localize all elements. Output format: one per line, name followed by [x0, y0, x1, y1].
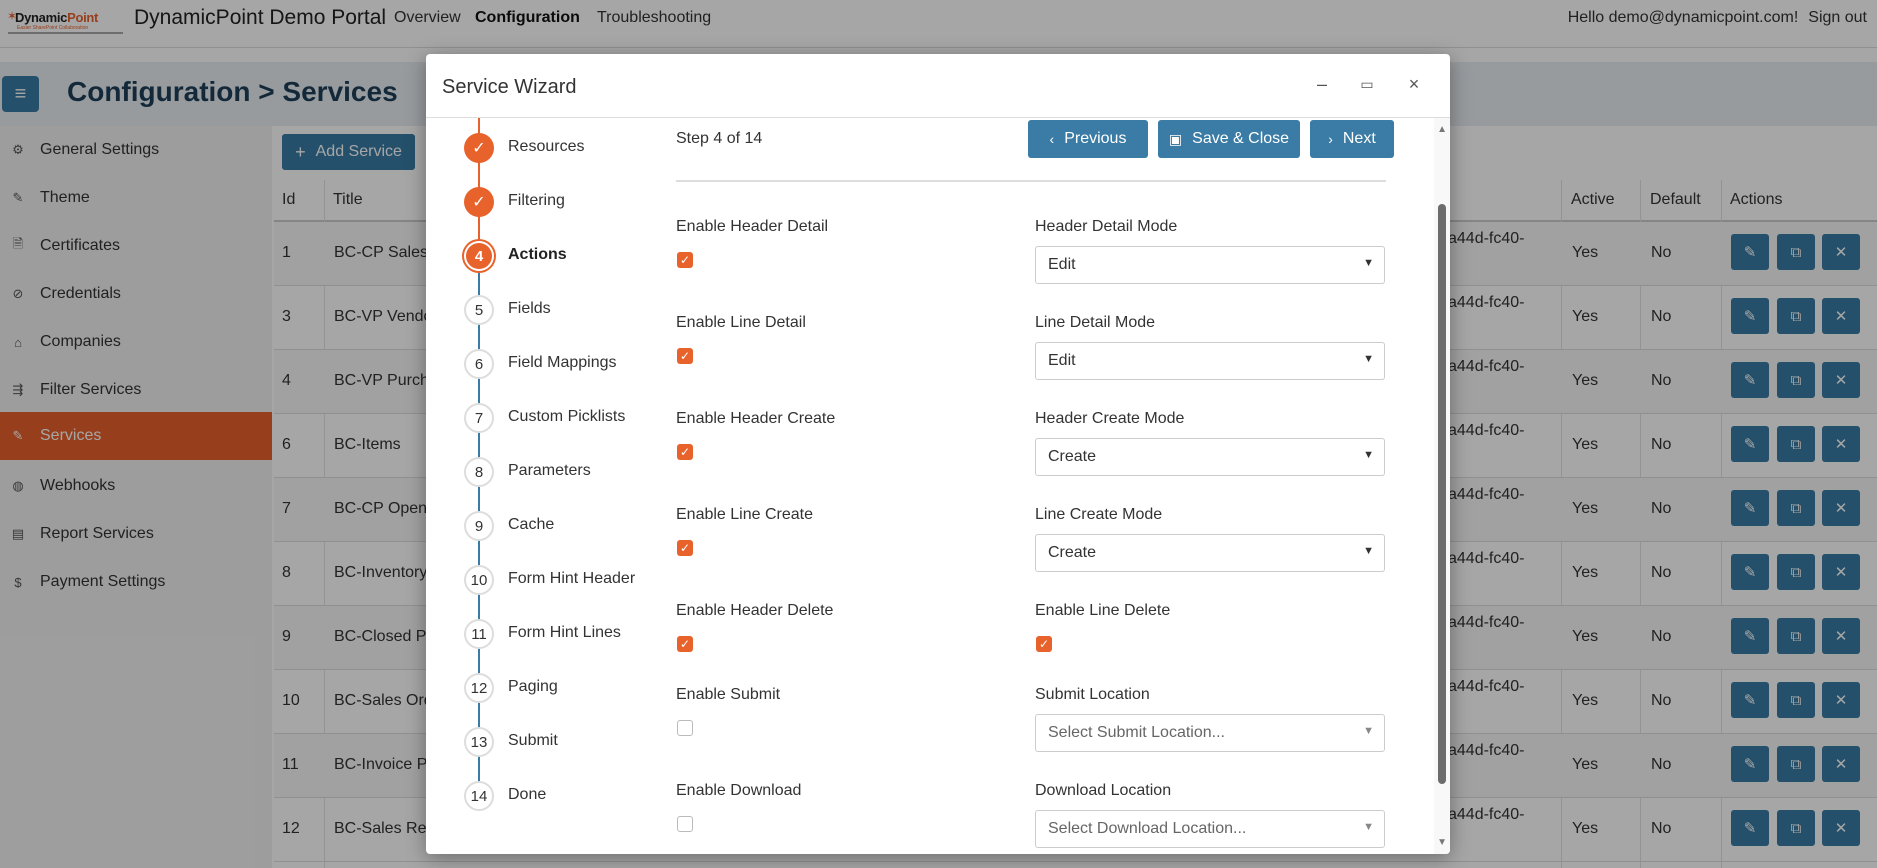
next-button[interactable]: › Next	[1310, 120, 1394, 158]
enable-line-create-checkbox[interactable]: ✓	[677, 540, 693, 556]
line-create-mode-label: Line Create Mode	[1035, 506, 1163, 523]
previous-button[interactable]: ‹ Previous	[1028, 120, 1148, 158]
step-4-indicator[interactable]: 5	[464, 295, 494, 325]
enable-line-detail-checkbox[interactable]: ✓	[677, 348, 693, 364]
caret-down-icon: ▼	[1363, 257, 1374, 269]
step-10-indicator[interactable]: 11	[464, 619, 494, 649]
enable-line-detail-label: Enable Line Detail	[676, 314, 806, 331]
close-icon[interactable]: ×	[1404, 74, 1424, 95]
step-label-fields[interactable]: Fields	[508, 300, 551, 318]
step-label-done[interactable]: Done	[508, 786, 546, 804]
download-location-select[interactable]: Select Download Location... ▼	[1035, 810, 1385, 848]
enable-download-label: Enable Download	[676, 782, 802, 799]
step-label-form-hint-header[interactable]: Form Hint Header	[508, 570, 635, 588]
step-label-form-hint-lines[interactable]: Form Hint Lines	[508, 624, 621, 642]
download-location-label: Download Location	[1035, 782, 1172, 799]
header-create-mode-select[interactable]: Create ▼	[1035, 438, 1385, 476]
step-counter: Step 4 of 14	[676, 130, 763, 147]
enable-header-create-label: Enable Header Create	[676, 410, 836, 427]
scroll-down-arrow-icon[interactable]: ▼	[1437, 837, 1447, 848]
service-wizard-dialog: Service Wizard – ▭ × ✓ Resources ✓ Filterin…	[426, 54, 1450, 854]
header-detail-mode-select[interactable]: Edit ▼	[1035, 246, 1385, 284]
step-6-indicator[interactable]: 7	[464, 403, 494, 433]
submit-location-label: Submit Location	[1035, 686, 1150, 703]
line-detail-mode-label: Line Detail Mode	[1035, 314, 1156, 331]
enable-header-create-checkbox[interactable]: ✓	[677, 444, 693, 460]
content-divider	[676, 180, 1386, 182]
line-detail-mode-select[interactable]: Edit ▼	[1035, 342, 1385, 380]
step-label-field-mappings[interactable]: Field Mappings	[508, 354, 617, 372]
step-11-indicator[interactable]: 12	[464, 673, 494, 703]
enable-download-checkbox[interactable]	[677, 816, 693, 832]
save-close-button[interactable]: ▣ Save & Close	[1158, 120, 1300, 158]
enable-header-delete-label: Enable Header Delete	[676, 602, 834, 619]
enable-header-detail-label: Enable Header Detail	[676, 218, 829, 235]
step-label-parameters[interactable]: Parameters	[508, 462, 591, 480]
enable-line-delete-checkbox[interactable]: ✓	[1036, 636, 1052, 652]
step-label-paging[interactable]: Paging	[508, 678, 558, 696]
step-2-indicator[interactable]: ✓	[464, 187, 494, 217]
step-3-indicator[interactable]: 4	[466, 243, 492, 269]
caret-down-icon: ▼	[1363, 545, 1374, 557]
floppy-disk-icon: ▣	[1168, 130, 1183, 147]
step-5-indicator[interactable]: 6	[464, 349, 494, 379]
step-label-cache[interactable]: Cache	[508, 516, 554, 534]
scroll-up-arrow-icon[interactable]: ▲	[1437, 124, 1447, 135]
step-label-submit[interactable]: Submit	[508, 732, 558, 750]
enable-header-delete-checkbox[interactable]: ✓	[677, 636, 693, 652]
step-7-indicator[interactable]: 8	[464, 457, 494, 487]
step-1-indicator[interactable]: ✓	[464, 133, 494, 163]
step-label-actions[interactable]: Actions	[508, 246, 567, 264]
step-8-indicator[interactable]: 9	[464, 511, 494, 541]
enable-line-create-label: Enable Line Create	[676, 506, 813, 523]
caret-down-icon: ▼	[1363, 821, 1374, 833]
caret-down-icon: ▼	[1363, 353, 1374, 365]
chevron-right-icon: ›	[1328, 131, 1333, 147]
enable-submit-label: Enable Submit	[676, 686, 781, 703]
minimize-icon[interactable]: –	[1312, 74, 1332, 95]
step-label-custom-picklists[interactable]: Custom Picklists	[508, 408, 625, 426]
maximize-icon[interactable]: ▭	[1357, 76, 1377, 93]
line-create-mode-select[interactable]: Create ▼	[1035, 534, 1385, 572]
caret-down-icon: ▼	[1363, 725, 1374, 737]
step-label-resources[interactable]: Resources	[508, 138, 584, 156]
check-icon: ✓	[472, 140, 486, 157]
enable-submit-checkbox[interactable]	[677, 720, 693, 736]
header-create-mode-label: Header Create Mode	[1035, 410, 1185, 427]
dialog-header: Service Wizard – ▭ ×	[426, 54, 1450, 118]
caret-down-icon: ▼	[1363, 449, 1374, 461]
step-9-indicator[interactable]: 10	[464, 565, 494, 595]
enable-line-delete-label: Enable Line Delete	[1035, 602, 1171, 619]
check-icon: ✓	[472, 194, 486, 211]
chevron-left-icon: ‹	[1049, 131, 1055, 147]
step-13-indicator[interactable]: 14	[464, 781, 494, 811]
scrollbar-thumb[interactable]	[1438, 204, 1446, 784]
dialog-title: Service Wizard	[442, 76, 577, 98]
enable-header-detail-checkbox[interactable]: ✓	[677, 252, 693, 268]
step-12-indicator[interactable]: 13	[464, 727, 494, 757]
submit-location-select[interactable]: Select Submit Location... ▼	[1035, 714, 1385, 752]
step-label-filtering[interactable]: Filtering	[508, 192, 565, 210]
header-detail-mode-label: Header Detail Mode	[1035, 218, 1178, 235]
